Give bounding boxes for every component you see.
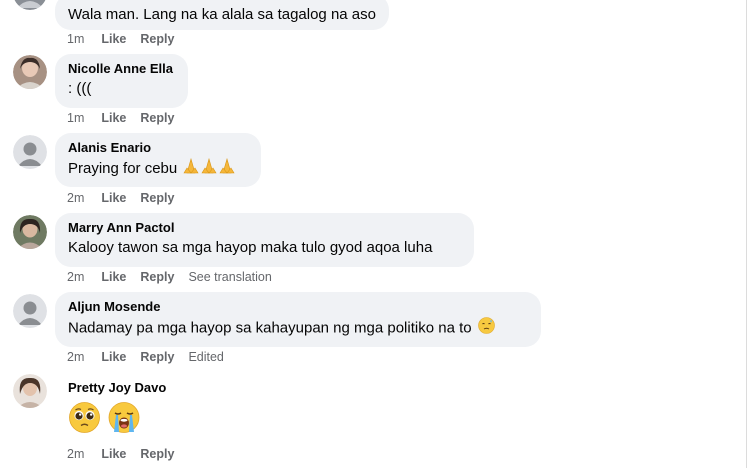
- comment-actions: 2m Like Reply Edited: [67, 349, 238, 365]
- comment-text-body: Praying for cebu: [68, 159, 178, 177]
- comment-text: Praying for cebu: [68, 157, 248, 180]
- comment-text: Nadamay pa mga hayop sa kahayupan ng mga…: [68, 317, 528, 340]
- comment-text: Kalooy tawon sa mga hayop maka tulo gyod…: [68, 239, 433, 256]
- comment-bubble: Wala man. Lang na ka alala sa tagalog na…: [55, 0, 389, 30]
- avatar[interactable]: [13, 0, 47, 10]
- comment-time[interactable]: 2m: [67, 191, 84, 205]
- comment-time[interactable]: 1m: [67, 32, 84, 46]
- reply-button[interactable]: Reply: [140, 191, 174, 205]
- like-button[interactable]: Like: [101, 32, 126, 46]
- comment-text-body: Nadamay pa mga hayop sa kahayupan ng mga…: [68, 319, 472, 337]
- comment-bubble: Alanis Enario Praying for cebu: [55, 133, 261, 187]
- reply-button[interactable]: Reply: [140, 270, 174, 284]
- comment-author[interactable]: Marry Ann Pactol: [68, 220, 461, 236]
- comment-text: Wala man. Lang na ka alala sa tagalog na…: [68, 6, 376, 23]
- comment-time[interactable]: 2m: [67, 447, 84, 461]
- comment-actions: 1m Like Reply: [67, 31, 188, 47]
- comment-bubble: Marry Ann Pactol Kalooy tawon sa mga hay…: [55, 213, 474, 267]
- like-button[interactable]: Like: [101, 191, 126, 205]
- reply-button[interactable]: Reply: [140, 350, 174, 364]
- comment-bubble: Aljun Mosende Nadamay pa mga hayop sa ka…: [55, 292, 541, 347]
- reply-button[interactable]: Reply: [140, 32, 174, 46]
- pleading-face-icon: [69, 402, 100, 438]
- comment-actions: 2m Like Reply: [67, 446, 188, 462]
- folded-hands-icon: [183, 157, 235, 180]
- comment-actions: 1m Like Reply: [67, 110, 188, 126]
- comment-time[interactable]: 1m: [67, 111, 84, 125]
- comment-time[interactable]: 2m: [67, 270, 84, 284]
- comment-bubble: Nicolle Anne Ella : (((: [55, 54, 188, 108]
- comment-author[interactable]: Aljun Mosende: [68, 299, 528, 315]
- comment-actions: 2m Like Reply See translation: [67, 269, 286, 285]
- comment-author[interactable]: Pretty Joy Davo: [68, 380, 166, 396]
- reply-button[interactable]: Reply: [140, 111, 174, 125]
- comment-time[interactable]: 2m: [67, 350, 84, 364]
- avatar[interactable]: [13, 374, 47, 408]
- panel-edge: [746, 0, 747, 468]
- loudly-crying-face-icon: [108, 402, 140, 438]
- like-button[interactable]: Like: [101, 111, 126, 125]
- comment-author[interactable]: Nicolle Anne Ella: [68, 61, 175, 77]
- like-button[interactable]: Like: [101, 350, 126, 364]
- avatar[interactable]: [13, 215, 47, 249]
- avatar[interactable]: [13, 55, 47, 89]
- avatar[interactable]: [13, 294, 47, 328]
- avatar[interactable]: [13, 135, 47, 169]
- see-translation-link[interactable]: See translation: [188, 270, 271, 284]
- reply-button[interactable]: Reply: [140, 447, 174, 461]
- edited-label: Edited: [188, 350, 224, 364]
- comment-author[interactable]: Alanis Enario: [68, 140, 248, 156]
- like-button[interactable]: Like: [101, 447, 126, 461]
- downcast-sweat-face-icon: [477, 317, 495, 340]
- comment-text: : (((: [68, 80, 92, 97]
- like-button[interactable]: Like: [101, 270, 126, 284]
- comment-emoji-row: [69, 402, 144, 438]
- comment-actions: 2m Like Reply: [67, 190, 188, 206]
